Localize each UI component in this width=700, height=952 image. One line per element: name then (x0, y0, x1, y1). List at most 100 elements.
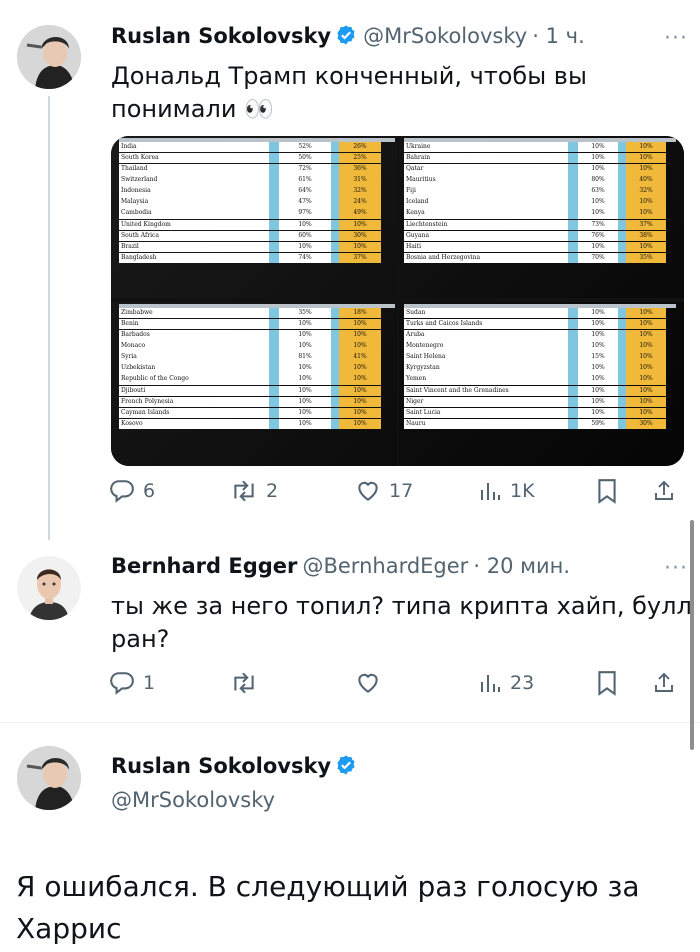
table-row: Niger 10% 10% (404, 396, 680, 408)
table-row: Bahrain 10% 10% (404, 153, 680, 164)
reciprocal-tariff-cell: 32% (626, 186, 666, 197)
author-name[interactable]: Ruslan Sokolovsky (111, 24, 331, 48)
row-stripe (568, 385, 578, 396)
reciprocal-tariff-cell: 10% (339, 219, 381, 230)
row-stripe (331, 352, 339, 363)
row-stripe (331, 142, 339, 153)
country-cell: South Africa (119, 230, 271, 242)
tariff-cell: 10% (279, 385, 331, 396)
verified-icon (337, 25, 355, 45)
country-cell: Kenya (404, 208, 570, 219)
country-cell: Kosovo (119, 418, 271, 430)
reciprocal-tariff-cell: 10% (626, 308, 666, 319)
row-stripe (269, 252, 279, 264)
tweet-time[interactable]: · 20 мин. (473, 554, 570, 578)
avatar-ruslan[interactable] (17, 746, 81, 810)
country-cell: Syria (119, 352, 271, 363)
row-stripe (331, 330, 339, 341)
tariff-cell: 52% (279, 142, 331, 153)
author-handle[interactable]: @MrSokolovsky (363, 24, 527, 48)
retweet-button[interactable]: 2 (230, 478, 278, 504)
views-button[interactable]: 23 (478, 670, 534, 696)
row-stripe (331, 385, 339, 396)
country-cell: Malaysia (119, 197, 271, 208)
row-stripe (618, 208, 626, 219)
author-name[interactable]: Ruslan Sokolovsky (111, 754, 331, 778)
bookmark-button[interactable] (596, 670, 618, 696)
views-icon (481, 675, 500, 692)
reply-button[interactable]: 6 (109, 478, 155, 504)
tweet-media-image[interactable]: India 52% 26% South Korea 50% 25% Thailand 72% 3… (111, 136, 684, 466)
like-button[interactable]: 17 (355, 478, 413, 504)
country-cell: French Polynesia (119, 396, 271, 408)
row-stripe (618, 352, 626, 363)
table-row: Bangladesh 74% 37% (119, 252, 395, 264)
reciprocal-tariff-cell: 10% (626, 341, 666, 352)
row-stripe (331, 164, 339, 175)
reciprocal-tariff-cell: 10% (339, 385, 381, 396)
table-row: India 52% 26% (119, 142, 395, 153)
row-stripe (568, 219, 578, 230)
retweet-button[interactable] (230, 670, 258, 696)
tweet-text-line: понимали 👀 (111, 95, 274, 123)
reciprocal-tariff-cell: 10% (626, 330, 666, 341)
row-stripe (331, 252, 339, 264)
reciprocal-tariff-cell: 10% (626, 197, 666, 208)
table-row: Uzbekistan 10% 10% (119, 363, 395, 374)
tariff-cell: 10% (279, 407, 331, 419)
table-row: Yemen 10% 10% (404, 374, 680, 385)
avatar-ruslan[interactable] (17, 25, 81, 89)
country-cell: Thailand (119, 164, 271, 175)
divider (0, 722, 700, 723)
table-row: French Polynesia 10% 10% (119, 396, 395, 408)
views-button[interactable]: 1K (478, 478, 535, 504)
tariff-cell: 10% (279, 374, 331, 385)
author-handle[interactable]: @MrSokolovsky (111, 788, 275, 812)
row-stripe (269, 374, 279, 385)
row-stripe (331, 319, 339, 330)
country-cell: Montenegro (404, 341, 570, 352)
row-stripe (331, 363, 339, 374)
row-stripe (618, 396, 626, 408)
reciprocal-tariff-cell: 41% (339, 352, 381, 363)
row-stripe (568, 407, 578, 419)
like-icon (358, 673, 378, 693)
tariff-cell: 61% (279, 175, 331, 186)
table-row: Liechtenstein 73% 37% (404, 219, 680, 230)
country-cell: Republic of the Congo (119, 374, 271, 385)
reply-button[interactable]: 1 (109, 670, 155, 696)
reciprocal-tariff-cell: 10% (339, 330, 381, 341)
tweet2-header: Bernhard Egger @BernhardEger · 20 мин. (111, 554, 570, 578)
tweet-time[interactable]: · 1 ч. (532, 24, 584, 48)
reciprocal-tariff-cell: 10% (626, 153, 666, 164)
tariff-cell: 70% (578, 252, 618, 264)
share-button[interactable] (652, 478, 676, 504)
reply-icon (110, 480, 134, 503)
share-button[interactable] (652, 670, 676, 696)
tariff-cell: 10% (578, 330, 618, 341)
more-icon[interactable]: ··· (664, 26, 688, 51)
tweet1-header: Ruslan Sokolovsky @MrSokolovsky · 1 ч. (111, 24, 585, 48)
bookmark-icon (598, 479, 616, 504)
tweet3-text: Я ошибался. В следующий раз голосую за Х… (16, 866, 640, 950)
more-icon[interactable]: ··· (664, 556, 688, 581)
reciprocal-tariff-cell: 10% (626, 374, 666, 385)
author-handle[interactable]: @BernhardEger (302, 554, 468, 578)
author-name[interactable]: Bernhard Egger (111, 554, 297, 578)
reciprocal-tariff-cell: 10% (626, 407, 666, 419)
scrollbar[interactable] (690, 520, 694, 750)
avatar-bernhard[interactable] (17, 556, 81, 620)
reciprocal-tariff-cell: 10% (626, 352, 666, 363)
table-row: Mauritius 80% 40% (404, 175, 680, 186)
row-stripe (568, 374, 578, 385)
row-stripe (269, 363, 279, 374)
reciprocal-tariff-cell: 10% (626, 385, 666, 396)
row-stripe (568, 164, 578, 175)
row-stripe (618, 153, 626, 164)
reciprocal-tariff-cell: 24% (339, 197, 381, 208)
bookmark-button[interactable] (596, 478, 618, 504)
tweet-text-line: ты же за него топил? типа крипта хайп, б… (111, 592, 692, 620)
like-button[interactable] (355, 670, 381, 696)
row-stripe (618, 341, 626, 352)
reciprocal-tariff-cell: 10% (339, 407, 381, 419)
